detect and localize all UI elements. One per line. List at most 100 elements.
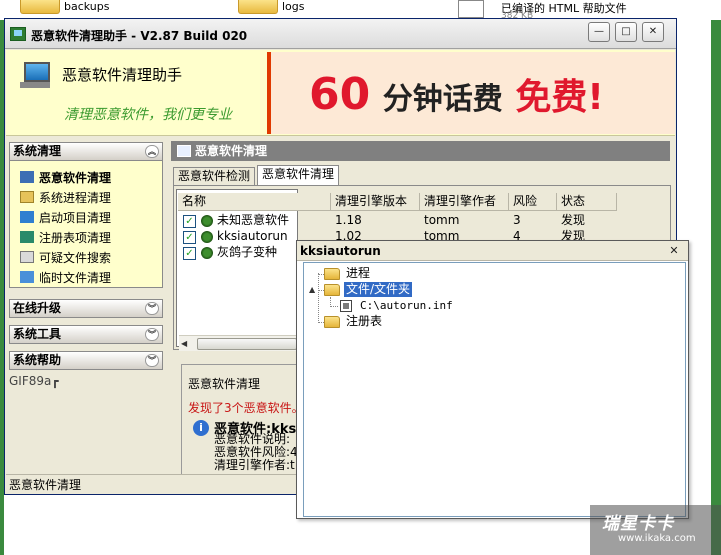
- watermark-logo: 瑞星卡卡 www.ikaka.com: [590, 505, 721, 555]
- row-engine-version: 1.18: [335, 213, 362, 227]
- malware-bug-icon: [201, 231, 213, 243]
- file-search-icon: [20, 251, 34, 263]
- folder-icon: [324, 316, 340, 328]
- desktop-folder-label[interactable]: backups: [64, 0, 110, 13]
- row-name[interactable]: 灰鸽子变种: [217, 244, 277, 260]
- sidebar-item-label: 临时文件清理: [39, 271, 112, 285]
- column-header-risk[interactable]: 风险: [509, 193, 557, 211]
- startup-window-icon: [20, 211, 34, 223]
- folder-open-icon: [324, 284, 340, 296]
- chevron-down-icon[interactable]: ︾: [145, 354, 159, 367]
- desktop-folder-icon[interactable]: [238, 0, 278, 14]
- info-icon: i: [193, 420, 209, 436]
- kksiautorun-dialog: kksiautorun ✕ 进程 ▲ 文件/文件夹 C:\autorun.inf…: [296, 240, 689, 519]
- sidebar-item-label: 系统进程清理: [39, 191, 112, 205]
- tree-node-registry[interactable]: 注册表: [344, 314, 384, 329]
- row-engine-author: tomm: [424, 213, 460, 227]
- dialog-title-bar[interactable]: kksiautorun ✕: [297, 241, 688, 261]
- app-icon: [10, 27, 26, 41]
- ad-banner[interactable]: 60 分钟话费 免费!: [267, 52, 675, 134]
- chevron-down-icon[interactable]: ︾: [145, 328, 159, 341]
- sidebar-item-startup-clean[interactable]: 启动项目清理: [20, 209, 111, 226]
- sidebar-item-temp-file-clean[interactable]: 临时文件清理: [20, 269, 111, 286]
- tab-malware-clean[interactable]: 恶意软件清理: [257, 165, 340, 186]
- watermark-title: 瑞星卡卡: [602, 514, 674, 534]
- panel-window-icon: [177, 145, 191, 157]
- panel-title: 恶意软件清理: [195, 144, 268, 158]
- row-checkbox[interactable]: ✓: [183, 215, 196, 228]
- tab-malware-detect[interactable]: 恶意软件检测: [173, 167, 256, 186]
- malware-bug-icon: [201, 215, 213, 227]
- desktop-wallpaper-edge: [711, 20, 721, 555]
- sidebar-section-system-clean[interactable]: 系统清理 ︽: [9, 142, 163, 161]
- row-status: 发现: [561, 213, 586, 227]
- sidebar-section-system-help[interactable]: 系统帮助 ︾: [9, 351, 163, 370]
- scroll-left-arrow-icon[interactable]: ◀: [181, 339, 187, 348]
- tree-node-autorun-inf[interactable]: C:\autorun.inf: [358, 298, 455, 313]
- desktop-help-file-icon[interactable]: [458, 0, 484, 18]
- row-checkbox[interactable]: ✓: [183, 247, 196, 260]
- column-header-status[interactable]: 状态: [557, 193, 617, 211]
- temp-files-icon: [20, 271, 34, 283]
- desktop-folder-icon[interactable]: [20, 0, 60, 14]
- sidebar-section-system-tools[interactable]: 系统工具 ︾: [9, 325, 163, 344]
- computer-logo-icon: [20, 62, 50, 88]
- ad-banner-number: 60: [309, 69, 371, 120]
- app-header: 恶意软件清理助手 清理恶意软件，我们更专业 60 分钟话费 免费!: [6, 50, 675, 136]
- folder-icon: [324, 268, 340, 280]
- monitor-icon: [20, 171, 34, 183]
- minimize-button[interactable]: —: [588, 22, 610, 42]
- detail-engine-author: 清理引擎作者:t: [214, 458, 295, 472]
- column-header-engine-version[interactable]: 清理引擎版本: [331, 193, 420, 211]
- sidebar-item-suspicious-file-search[interactable]: 可疑文件搜索: [20, 249, 111, 266]
- sidebar-footer-text: GIF89a┏: [9, 374, 59, 388]
- sidebar-item-label: 启动项目清理: [39, 211, 112, 225]
- window-title: 恶意软件清理助手 - V2.87 Build 020: [31, 29, 248, 43]
- app-slogan: 清理恶意软件，我们更专业: [64, 107, 232, 123]
- status-bar: 恶意软件清理: [6, 474, 302, 494]
- sidebar-items-panel: 恶意软件清理 系统进程清理 启动项目清理 注册表项清理 可疑文件搜索 临时文件清…: [9, 161, 163, 288]
- dialog-title: kksiautorun: [300, 244, 381, 258]
- close-button[interactable]: ✕: [642, 22, 664, 42]
- list-horizontal-scrollbar[interactable]: ◀: [179, 335, 297, 351]
- panel-header: 恶意软件清理: [171, 141, 670, 161]
- chevron-down-icon[interactable]: ︾: [145, 302, 159, 315]
- row-name[interactable]: kksiautorun: [217, 228, 288, 244]
- watermark-url: www.ikaka.com: [618, 533, 696, 544]
- sidebar-item-label: 恶意软件清理: [39, 171, 112, 185]
- row-risk: 3: [513, 213, 521, 227]
- tree-connector: [330, 306, 338, 307]
- malware-bug-icon: [201, 247, 213, 259]
- sidebar-section-label: 在线升级: [13, 301, 62, 315]
- row-checkbox[interactable]: ✓: [183, 231, 196, 244]
- sidebar-section-label: 系统工具: [13, 327, 62, 341]
- dialog-close-icon[interactable]: ✕: [666, 244, 682, 258]
- ad-banner-middle: 分钟话费: [382, 82, 503, 117]
- ad-banner-text: 60 分钟话费 免费!: [309, 68, 604, 120]
- title-bar[interactable]: 恶意软件清理助手 - V2.87 Build 020 — □ ✕: [5, 19, 676, 49]
- tree-connector: [318, 273, 319, 323]
- maximize-button[interactable]: □: [615, 22, 637, 42]
- item-tree[interactable]: 进程 ▲ 文件/文件夹 C:\autorun.inf 注册表: [303, 262, 686, 517]
- scrollbar-thumb[interactable]: [197, 338, 297, 350]
- app-name: 恶意软件清理助手: [62, 66, 183, 84]
- tree-expander-icon[interactable]: ▲: [309, 285, 315, 294]
- sidebar-item-registry-clean[interactable]: 注册表项清理: [20, 229, 111, 246]
- sidebar-item-malware-clean[interactable]: 恶意软件清理: [20, 169, 111, 186]
- detail-found-text: 发现了3个恶意软件。: [188, 401, 304, 415]
- column-header-engine-author[interactable]: 清理引擎作者: [420, 193, 509, 211]
- tree-node-process[interactable]: 进程: [344, 266, 372, 281]
- tree-node-files-folders[interactable]: 文件/文件夹: [344, 282, 413, 297]
- row-name[interactable]: 未知恶意软件: [217, 212, 289, 228]
- sidebar-item-process-clean[interactable]: 系统进程清理: [20, 189, 111, 206]
- column-header-name[interactable]: 名称: [178, 193, 331, 211]
- sidebar-section-online-update[interactable]: 在线升级 ︾: [9, 299, 163, 318]
- sidebar-section-label: 系统清理: [13, 144, 62, 158]
- sidebar-item-label: 可疑文件搜索: [39, 251, 112, 265]
- ad-banner-end: 免费!: [515, 77, 604, 118]
- sidebar-item-label: 注册表项清理: [39, 231, 112, 245]
- process-grid-icon: [20, 191, 34, 203]
- chevron-up-icon[interactable]: ︽: [145, 145, 159, 158]
- file-icon: [340, 300, 352, 312]
- desktop-folder-label[interactable]: logs: [282, 0, 305, 13]
